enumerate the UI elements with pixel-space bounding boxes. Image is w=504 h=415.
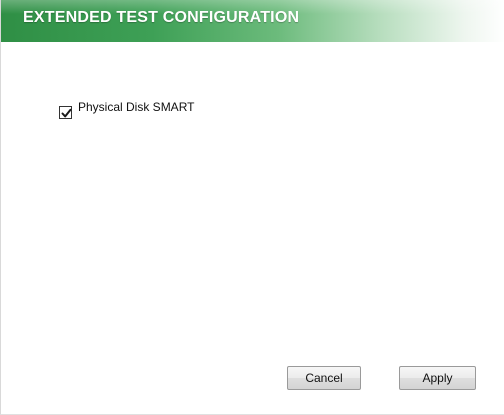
physical-disk-smart-label: Physical Disk SMART (78, 100, 195, 114)
option-physical-disk-smart[interactable]: Physical Disk SMART (59, 100, 194, 119)
dialog-header: EXTENDED TEST CONFIGURATION (1, 0, 504, 42)
cancel-button[interactable]: Cancel (287, 366, 361, 390)
extended-test-configuration-dialog: EXTENDED TEST CONFIGURATION Physical Dis… (0, 0, 504, 415)
physical-disk-smart-checkbox[interactable] (59, 106, 72, 119)
apply-button[interactable]: Apply (399, 366, 476, 390)
dialog-title: EXTENDED TEST CONFIGURATION (23, 9, 300, 26)
checkmark-icon (61, 108, 72, 118)
